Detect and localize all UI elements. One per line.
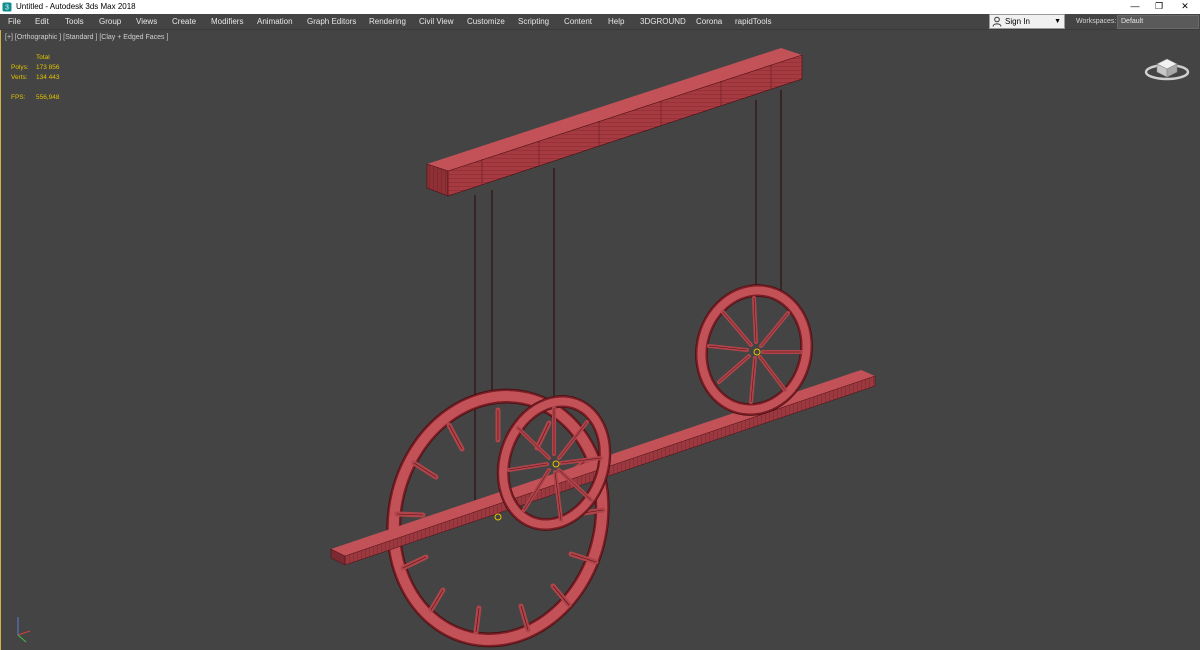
- menu-tools[interactable]: Tools: [65, 14, 84, 29]
- menu-file[interactable]: File: [8, 14, 21, 29]
- chevron-down-icon: ▼: [1054, 18, 1061, 25]
- scene-canvas[interactable]: [1, 30, 1200, 650]
- title-bar: 3 Untitled - Autodesk 3ds Max 2018 — ❐ ✕: [0, 0, 1200, 14]
- perspective-viewport[interactable]: [+] [Orthographic ] [Standard ] [Clay + …: [0, 30, 1200, 650]
- menu-help[interactable]: Help: [608, 14, 624, 29]
- menu-civil-view[interactable]: Civil View: [419, 14, 454, 29]
- minimize-button[interactable]: —: [1122, 0, 1148, 14]
- menu-edit[interactable]: Edit: [35, 14, 49, 29]
- menu-animation[interactable]: Animation: [257, 14, 293, 29]
- menu-graph-editors[interactable]: Graph Editors: [307, 14, 356, 29]
- axis-tripod-icon: [17, 617, 31, 643]
- menu-rendering[interactable]: Rendering: [369, 14, 406, 29]
- restore-button[interactable]: ❐: [1146, 0, 1172, 14]
- pivot-marker[interactable]: [753, 348, 761, 356]
- workspaces-label: Workspaces:: [1076, 18, 1117, 25]
- menu-customize[interactable]: Customize: [467, 14, 505, 29]
- menu-group[interactable]: Group: [99, 14, 121, 29]
- menu-views[interactable]: Views: [136, 14, 157, 29]
- 3ds-max-icon: 3: [2, 2, 12, 12]
- pivot-marker[interactable]: [494, 513, 502, 521]
- sign-in-label: Sign In: [1005, 17, 1030, 26]
- window-title: Untitled - Autodesk 3ds Max 2018: [16, 2, 136, 11]
- sign-in-dropdown[interactable]: Sign In ▼: [989, 14, 1065, 29]
- menu-3dground[interactable]: 3DGROUND: [640, 14, 686, 29]
- workspaces-value: Default: [1121, 18, 1144, 25]
- ceiling-canopy[interactable]: [426, 48, 803, 197]
- menu-rapidtools[interactable]: rapidTools: [735, 14, 771, 29]
- menu-content[interactable]: Content: [564, 14, 592, 29]
- menu-scripting[interactable]: Scripting: [518, 14, 549, 29]
- viewcube-icon[interactable]: [1144, 58, 1190, 81]
- close-button[interactable]: ✕: [1172, 0, 1198, 14]
- menu-corona[interactable]: Corona: [696, 14, 722, 29]
- user-icon: [992, 16, 1002, 27]
- pivot-marker[interactable]: [552, 460, 560, 468]
- menu-create[interactable]: Create: [172, 14, 196, 29]
- menu-modifiers[interactable]: Modifiers: [211, 14, 243, 29]
- workspaces-dropdown[interactable]: Default: [1117, 15, 1199, 29]
- svg-text:3: 3: [5, 5, 9, 12]
